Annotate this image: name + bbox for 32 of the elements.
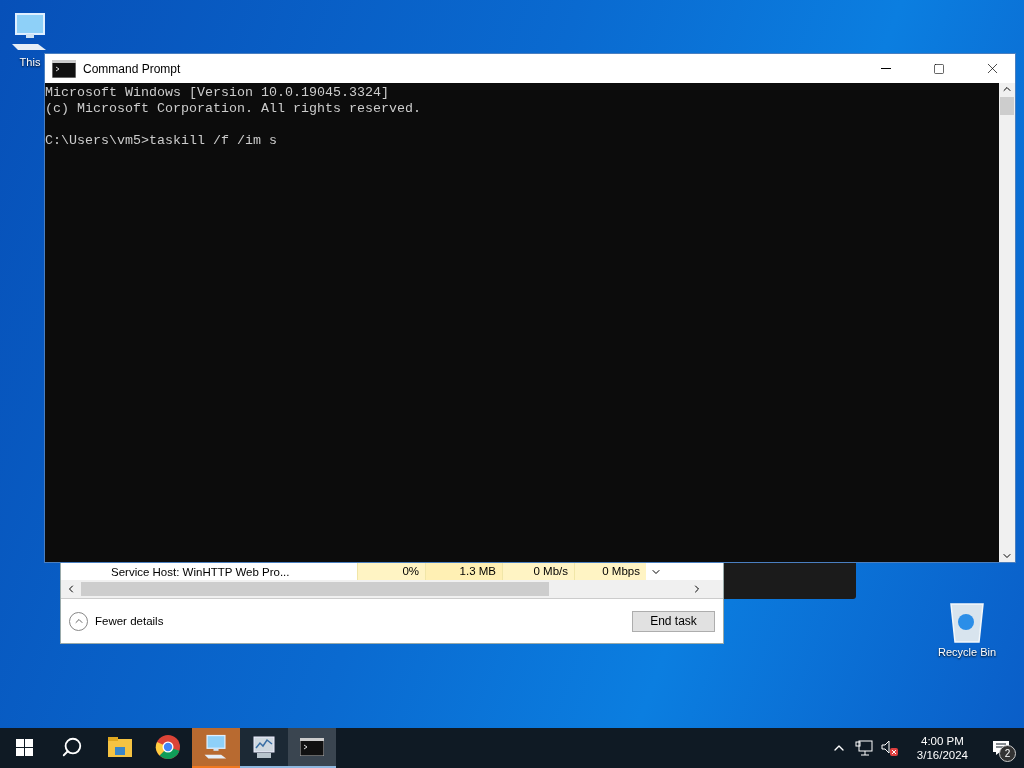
table-cell: 0 Mbps <box>574 563 646 580</box>
console-line: C:\Users\vm5>taskill /f /im s <box>45 133 278 149</box>
end-task-button[interactable]: End task <box>632 610 715 632</box>
console-line: Microsoft Windows [Version 10.0.19045.3324] <box>45 85 390 101</box>
performance-monitor-icon[interactable] <box>251 734 277 760</box>
notification-count: 2 <box>999 745 1016 762</box>
clock-date[interactable]: 3/16/2024 <box>916 749 968 761</box>
maximize-icon <box>933 62 945 75</box>
desktop-icon-label[interactable]: Recycle Bin <box>938 646 997 658</box>
scrollbar-thumb[interactable] <box>1000 97 1014 115</box>
console-area[interactable]: Microsoft Windows [Version 10.0.19045.3324] (c) Microsoft Corporation. All rights reserved. C:\Users\vm5>taskill /f /im s <box>45 83 999 562</box>
desktop-icon-label[interactable]: This <box>19 56 41 68</box>
table-cell: 1.3 MB <box>425 563 502 580</box>
chrome-icon[interactable] <box>155 734 181 760</box>
clock-time[interactable]: 4:00 PM <box>921 735 964 747</box>
taskbar-button[interactable] <box>240 728 288 768</box>
start-icon[interactable] <box>15 738 33 756</box>
console-line: (c) Microsoft Corporation. All rights reserved. <box>45 101 422 117</box>
window-title: Command Prompt <box>83 61 182 76</box>
process-name[interactable]: Service Host: WinHTTP Web Pro... <box>61 565 357 578</box>
command-prompt-icon[interactable] <box>300 738 324 756</box>
table-cell: 0% <box>357 563 425 580</box>
folder-icon[interactable] <box>108 737 132 757</box>
taskbar-button[interactable] <box>288 728 336 768</box>
scrollbar-thumb[interactable] <box>81 582 549 596</box>
table-cell: 0 Mb/s <box>502 563 574 580</box>
volume-muted-icon[interactable] <box>880 740 899 756</box>
search-icon[interactable] <box>61 736 83 758</box>
minimize-icon <box>881 68 891 69</box>
command-prompt-icon[interactable] <box>52 59 76 78</box>
network-icon[interactable] <box>854 740 873 756</box>
fewer-details-link[interactable]: Fewer details <box>95 615 625 627</box>
